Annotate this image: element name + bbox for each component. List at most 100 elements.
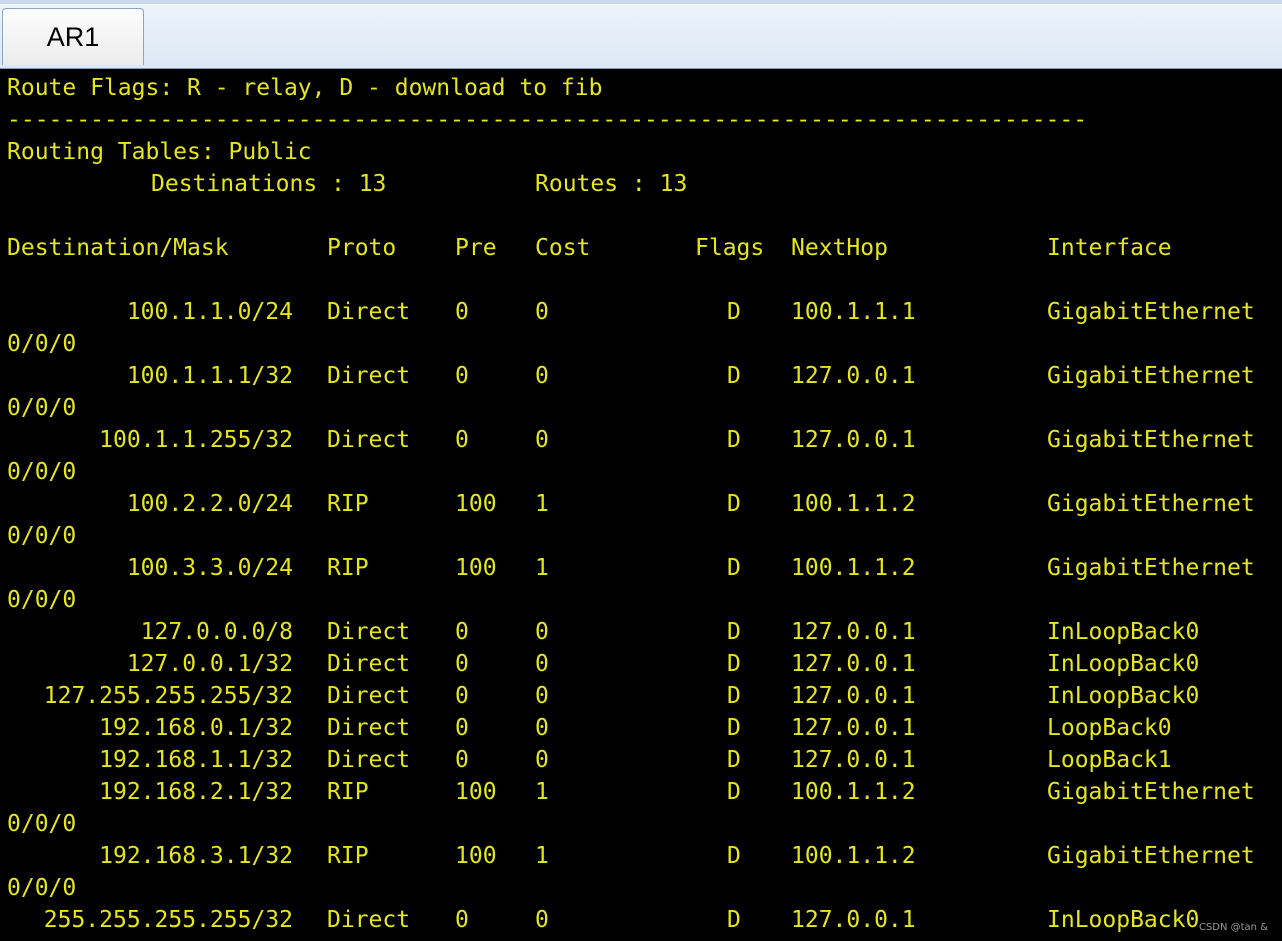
route-interface-continuation: 0/0/0 <box>7 811 77 837</box>
route-cost: 0 <box>535 715 549 741</box>
watermark: CSDN @tan & <box>1198 922 1268 933</box>
route-nexthop: 100.1.1.2 <box>791 779 916 805</box>
route-pre: 100 <box>455 555 497 581</box>
route-destination: 127.255.255.255/32 <box>43 683 293 709</box>
route-proto: Direct <box>327 907 411 933</box>
route-interface-continuation: 0/0/0 <box>7 875 77 901</box>
route-nexthop: 100.1.1.2 <box>791 491 916 517</box>
header-nexthop: NextHop <box>791 235 888 261</box>
route-proto: RIP <box>327 843 369 869</box>
route-flags: D <box>727 779 741 805</box>
route-cost: 0 <box>535 363 549 389</box>
route-pre: 0 <box>455 299 469 325</box>
route-destination: 100.1.1.255/32 <box>99 427 293 453</box>
route-flags: D <box>727 651 741 677</box>
route-nexthop: 127.0.0.1 <box>791 619 916 645</box>
route-interface: InLoopBack0 <box>1047 619 1200 645</box>
route-destination: 127.0.0.1/32 <box>126 651 293 677</box>
route-proto: RIP <box>327 779 369 805</box>
route-destination: 192.168.1.1/32 <box>99 747 293 773</box>
route-cost: 0 <box>535 907 549 933</box>
route-flags: D <box>727 843 741 869</box>
route-interface-continuation: 0/0/0 <box>7 459 77 485</box>
route-pre: 100 <box>455 491 497 517</box>
route-cost: 1 <box>535 779 549 805</box>
route-interface: InLoopBack0 <box>1047 683 1200 709</box>
route-proto: Direct <box>327 427 411 453</box>
route-nexthop: 100.1.1.2 <box>791 843 916 869</box>
route-interface: GigabitEthernet <box>1047 299 1255 325</box>
route-flags: D <box>727 715 741 741</box>
routes-count: Routes : 13 <box>535 171 688 197</box>
route-cost: 0 <box>535 619 549 645</box>
route-flags: D <box>727 299 741 325</box>
route-interface-continuation: 0/0/0 <box>7 331 77 357</box>
route-proto: RIP <box>327 555 369 581</box>
route-pre: 0 <box>455 651 469 677</box>
routing-tables-line: Routing Tables: Public <box>7 139 312 165</box>
route-destination: 100.3.3.0/24 <box>126 555 293 581</box>
route-interface: GigabitEthernet <box>1047 779 1255 805</box>
header-cost: Cost <box>535 235 591 261</box>
route-nexthop: 127.0.0.1 <box>791 363 916 389</box>
route-destination: 192.168.0.1/32 <box>99 715 293 741</box>
route-pre: 100 <box>455 843 497 869</box>
route-interface: LoopBack1 <box>1047 747 1172 773</box>
route-cost: 1 <box>535 555 549 581</box>
route-destination: 192.168.2.1/32 <box>99 779 293 805</box>
route-flags: D <box>727 619 741 645</box>
separator-line: ----------------------------------------… <box>7 107 1088 133</box>
header-pre: Pre <box>455 235 497 261</box>
route-flags: D <box>727 907 741 933</box>
route-flags: D <box>727 427 741 453</box>
route-pre: 0 <box>455 619 469 645</box>
route-interface: GigabitEthernet <box>1047 427 1255 453</box>
route-cost: 1 <box>535 491 549 517</box>
route-nexthop: 127.0.0.1 <box>791 747 916 773</box>
route-interface: GigabitEthernet <box>1047 843 1255 869</box>
route-cost: 0 <box>535 683 549 709</box>
route-nexthop: 127.0.0.1 <box>791 651 916 677</box>
route-flags-line: Route Flags: R - relay, D - download to … <box>7 75 603 101</box>
route-cost: 0 <box>535 427 549 453</box>
route-interface-continuation: 0/0/0 <box>7 395 77 421</box>
header-flags: Flags <box>695 235 765 261</box>
route-proto: Direct <box>327 363 411 389</box>
route-proto: Direct <box>327 619 411 645</box>
route-destination: 100.2.2.0/24 <box>126 491 293 517</box>
route-flags: D <box>727 747 741 773</box>
route-interface: GigabitEthernet <box>1047 363 1255 389</box>
route-nexthop: 100.1.1.1 <box>791 299 916 325</box>
route-pre: 0 <box>455 363 469 389</box>
route-flags: D <box>727 683 741 709</box>
route-interface: InLoopBack0 <box>1047 907 1200 933</box>
route-nexthop: 100.1.1.2 <box>791 555 916 581</box>
route-cost: 0 <box>535 651 549 677</box>
route-proto: Direct <box>327 747 411 773</box>
route-cost: 0 <box>535 299 549 325</box>
route-nexthop: 127.0.0.1 <box>791 715 916 741</box>
route-interface-continuation: 0/0/0 <box>7 523 77 549</box>
route-pre: 0 <box>455 907 469 933</box>
route-interface: GigabitEthernet <box>1047 491 1255 517</box>
route-flags: D <box>727 363 741 389</box>
route-destination: 255.255.255.255/32 <box>43 907 293 933</box>
header-destination: Destination/Mask <box>7 235 229 261</box>
route-cost: 0 <box>535 747 549 773</box>
route-proto: RIP <box>327 491 369 517</box>
route-destination: 127.0.0.0/8 <box>140 619 293 645</box>
route-interface: GigabitEthernet <box>1047 555 1255 581</box>
route-flags: D <box>727 491 741 517</box>
route-pre: 0 <box>455 683 469 709</box>
route-destination: 192.168.3.1/32 <box>99 843 293 869</box>
route-interface: LoopBack0 <box>1047 715 1172 741</box>
tab-ar1[interactable]: AR1 <box>2 8 144 65</box>
tab-bar: AR1 <box>0 0 1282 69</box>
route-proto: Direct <box>327 651 411 677</box>
route-nexthop: 127.0.0.1 <box>791 683 916 709</box>
route-destination: 100.1.1.1/32 <box>126 363 293 389</box>
terminal-console[interactable]: Route Flags: R - relay, D - download to … <box>0 69 1282 941</box>
route-nexthop: 127.0.0.1 <box>791 427 916 453</box>
route-pre: 100 <box>455 779 497 805</box>
route-interface: InLoopBack0 <box>1047 651 1200 677</box>
